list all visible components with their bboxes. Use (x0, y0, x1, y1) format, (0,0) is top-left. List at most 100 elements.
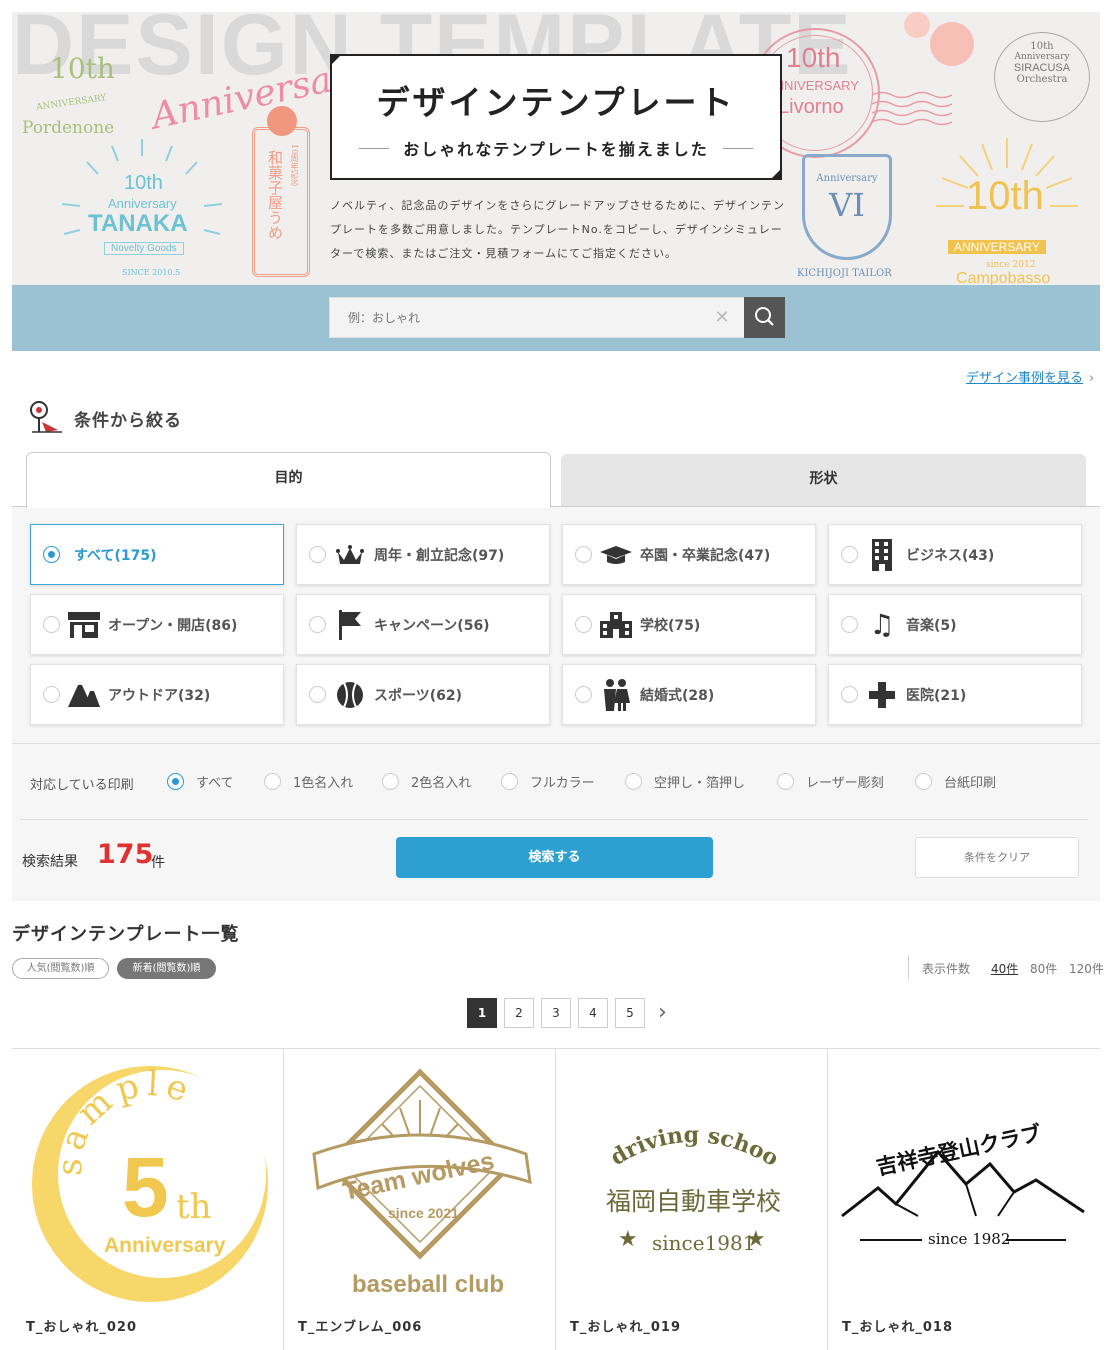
template-art-text: 福岡自動車学校 (606, 1187, 781, 1216)
design-cases-link[interactable]: デザイン事例を見る › (966, 367, 1094, 386)
radio-button[interactable] (309, 546, 326, 563)
radio-button[interactable] (309, 616, 326, 633)
search-input[interactable] (330, 298, 710, 337)
deco-campobasso: 10th ANNIVERSARY since 2012 Campobasso (932, 134, 1082, 285)
radio-button[interactable] (841, 616, 858, 633)
purpose-school[interactable]: 学校(75) (562, 594, 816, 655)
radio-button[interactable] (575, 686, 592, 703)
radio-button[interactable] (382, 773, 399, 790)
template-code: T_おしゃれ_020 (26, 1320, 138, 1335)
sort-new-button[interactable]: 新着(閲覧数)順 (117, 958, 216, 979)
page-3[interactable]: 3 (541, 998, 571, 1028)
result-count: 175 (97, 839, 154, 870)
template-art-mountain-club: 吉祥寺登山クラブ since 1982 (841, 1121, 1085, 1248)
template-card[interactable]: driving school 福岡自動車学校 ★ since1981 ★ T_お… (556, 1036, 828, 1350)
clear-conditions-button[interactable]: 条件をクリア (915, 837, 1079, 878)
tab-shape[interactable]: 形状 (561, 454, 1086, 509)
radio-button[interactable] (43, 686, 60, 703)
purpose-graduation[interactable]: 卒園・卒業記念(47) (562, 524, 816, 585)
blossom-icon (930, 22, 974, 66)
purpose-all[interactable]: すべて(175) (30, 524, 284, 585)
deco-tanaka-name: TANAKA (88, 210, 188, 237)
star-icon: ★ (746, 1227, 766, 1252)
deco-wagashi-sub: 10周年記念 (290, 144, 299, 187)
radio-button[interactable] (625, 773, 642, 790)
close-icon[interactable]: ✕ (710, 306, 734, 330)
print-option-emboss[interactable]: 空押し・箔押し (625, 772, 745, 791)
radio-button[interactable] (167, 773, 184, 790)
radio-button[interactable] (915, 773, 932, 790)
print-option-laser[interactable]: レーザー彫刻 (777, 772, 884, 791)
hero-title-box: デザインテンプレート おしゃれなテンプレートを揃えました (330, 54, 782, 180)
purpose-label: スポーツ(62) (374, 687, 462, 704)
ball-icon (334, 679, 366, 711)
page-4[interactable]: 4 (578, 998, 608, 1028)
per-page-80[interactable]: 80件 (1030, 960, 1057, 977)
template-art-text: 5 (122, 1140, 169, 1234)
radio-button[interactable] (575, 616, 592, 633)
purpose-open[interactable]: オープン・開店(86) (30, 594, 284, 655)
radio-button[interactable] (501, 773, 518, 790)
mountain-icon (68, 679, 100, 711)
page-2[interactable]: 2 (504, 998, 534, 1028)
print-option-2color[interactable]: 2色名入れ (382, 772, 471, 791)
per-page-120[interactable]: 120件 (1069, 960, 1104, 977)
deco-kichijoji-name: KICHIJOJI TAILOR (797, 268, 892, 279)
chevron-right-icon[interactable]: › (658, 1000, 667, 1025)
magnifier-character-icon (30, 401, 62, 433)
print-option-mount[interactable]: 台紙印刷 (915, 772, 996, 791)
per-page-40[interactable]: 40件 (991, 960, 1018, 977)
search-button[interactable] (744, 297, 785, 338)
template-art-text: 吉祥寺登山クラブ (874, 1121, 1043, 1179)
template-card[interactable]: sample 5 th Anniversary T_おしゃれ_020 (12, 1048, 284, 1350)
page-title: デザインテンプレート (376, 83, 736, 122)
template-code: T_おしゃれ_018 (842, 1320, 954, 1335)
sort-popular-button[interactable]: 人気(閲覧数)順 (12, 958, 109, 979)
radio-button[interactable] (264, 773, 281, 790)
radio-button[interactable] (777, 773, 794, 790)
template-card[interactable]: Team wolves since 2021 baseball club T_エ… (284, 1048, 556, 1350)
page-1[interactable]: 1 (467, 998, 497, 1028)
print-option-label: フルカラー (530, 776, 595, 791)
radio-button[interactable] (841, 686, 858, 703)
radio-button[interactable] (43, 546, 60, 563)
purpose-sports[interactable]: スポーツ(62) (296, 664, 550, 725)
radio-button[interactable] (575, 546, 592, 563)
print-option-all[interactable]: すべて (167, 772, 234, 791)
conditions-title: 条件から絞る (74, 411, 182, 431)
purpose-label: 結婚式(28) (640, 687, 715, 704)
search-band: ✕ (12, 285, 1100, 351)
deco-siracusa-name: SIRACUSA (1013, 62, 1071, 74)
template-art-text: since1981 (652, 1231, 755, 1255)
print-option-fullcolor[interactable]: フルカラー (501, 772, 595, 791)
template-card[interactable]: 吉祥寺登山クラブ since 1982 T_おしゃれ_018 (828, 1048, 1100, 1350)
deco-siracusa-orch: Orchestra (1016, 74, 1068, 85)
page-5[interactable]: 5 (615, 998, 645, 1028)
radio-button[interactable] (43, 616, 60, 633)
print-option-1color[interactable]: 1色名入れ (264, 772, 353, 791)
print-option-label: 2色名入れ (411, 776, 472, 791)
deco-campobasso-since: since 2012 (986, 260, 1036, 270)
radio-button[interactable] (309, 686, 326, 703)
purpose-anniversary[interactable]: 周年・創立記念(97) (296, 524, 550, 585)
page-subtitle: おしゃれなテンプレートを揃えました (359, 136, 753, 160)
purpose-outdoor[interactable]: アウトドア(32) (30, 664, 284, 725)
tab-purpose[interactable]: 目的 (26, 452, 551, 508)
purpose-business[interactable]: ビジネス(43) (828, 524, 1082, 585)
template-art-5th: sample 5 th Anniversary (32, 1064, 268, 1302)
radio-button[interactable] (841, 546, 858, 563)
purpose-wedding[interactable]: 結婚式(28) (562, 664, 816, 725)
purpose-music[interactable]: ♫ 音楽(5) (828, 594, 1082, 655)
search-submit-button[interactable]: 検索する (396, 837, 713, 878)
chevron-right-icon: › (1089, 371, 1095, 386)
purpose-campaign[interactable]: キャンペーン(56) (296, 594, 550, 655)
cross-icon (866, 679, 898, 711)
blossom-icon (904, 12, 930, 38)
deco-tanaka-10th: 10th (124, 172, 163, 194)
purpose-clinic[interactable]: 医院(21) (828, 664, 1082, 725)
print-type-label: 対応している印刷 (30, 778, 134, 793)
template-art-text: driving school (562, 1036, 783, 1172)
star-icon: ★ (618, 1227, 638, 1252)
deco-kichijoji-anniv: Anniversary (816, 173, 878, 184)
purpose-label: アウトドア(32) (108, 687, 211, 704)
